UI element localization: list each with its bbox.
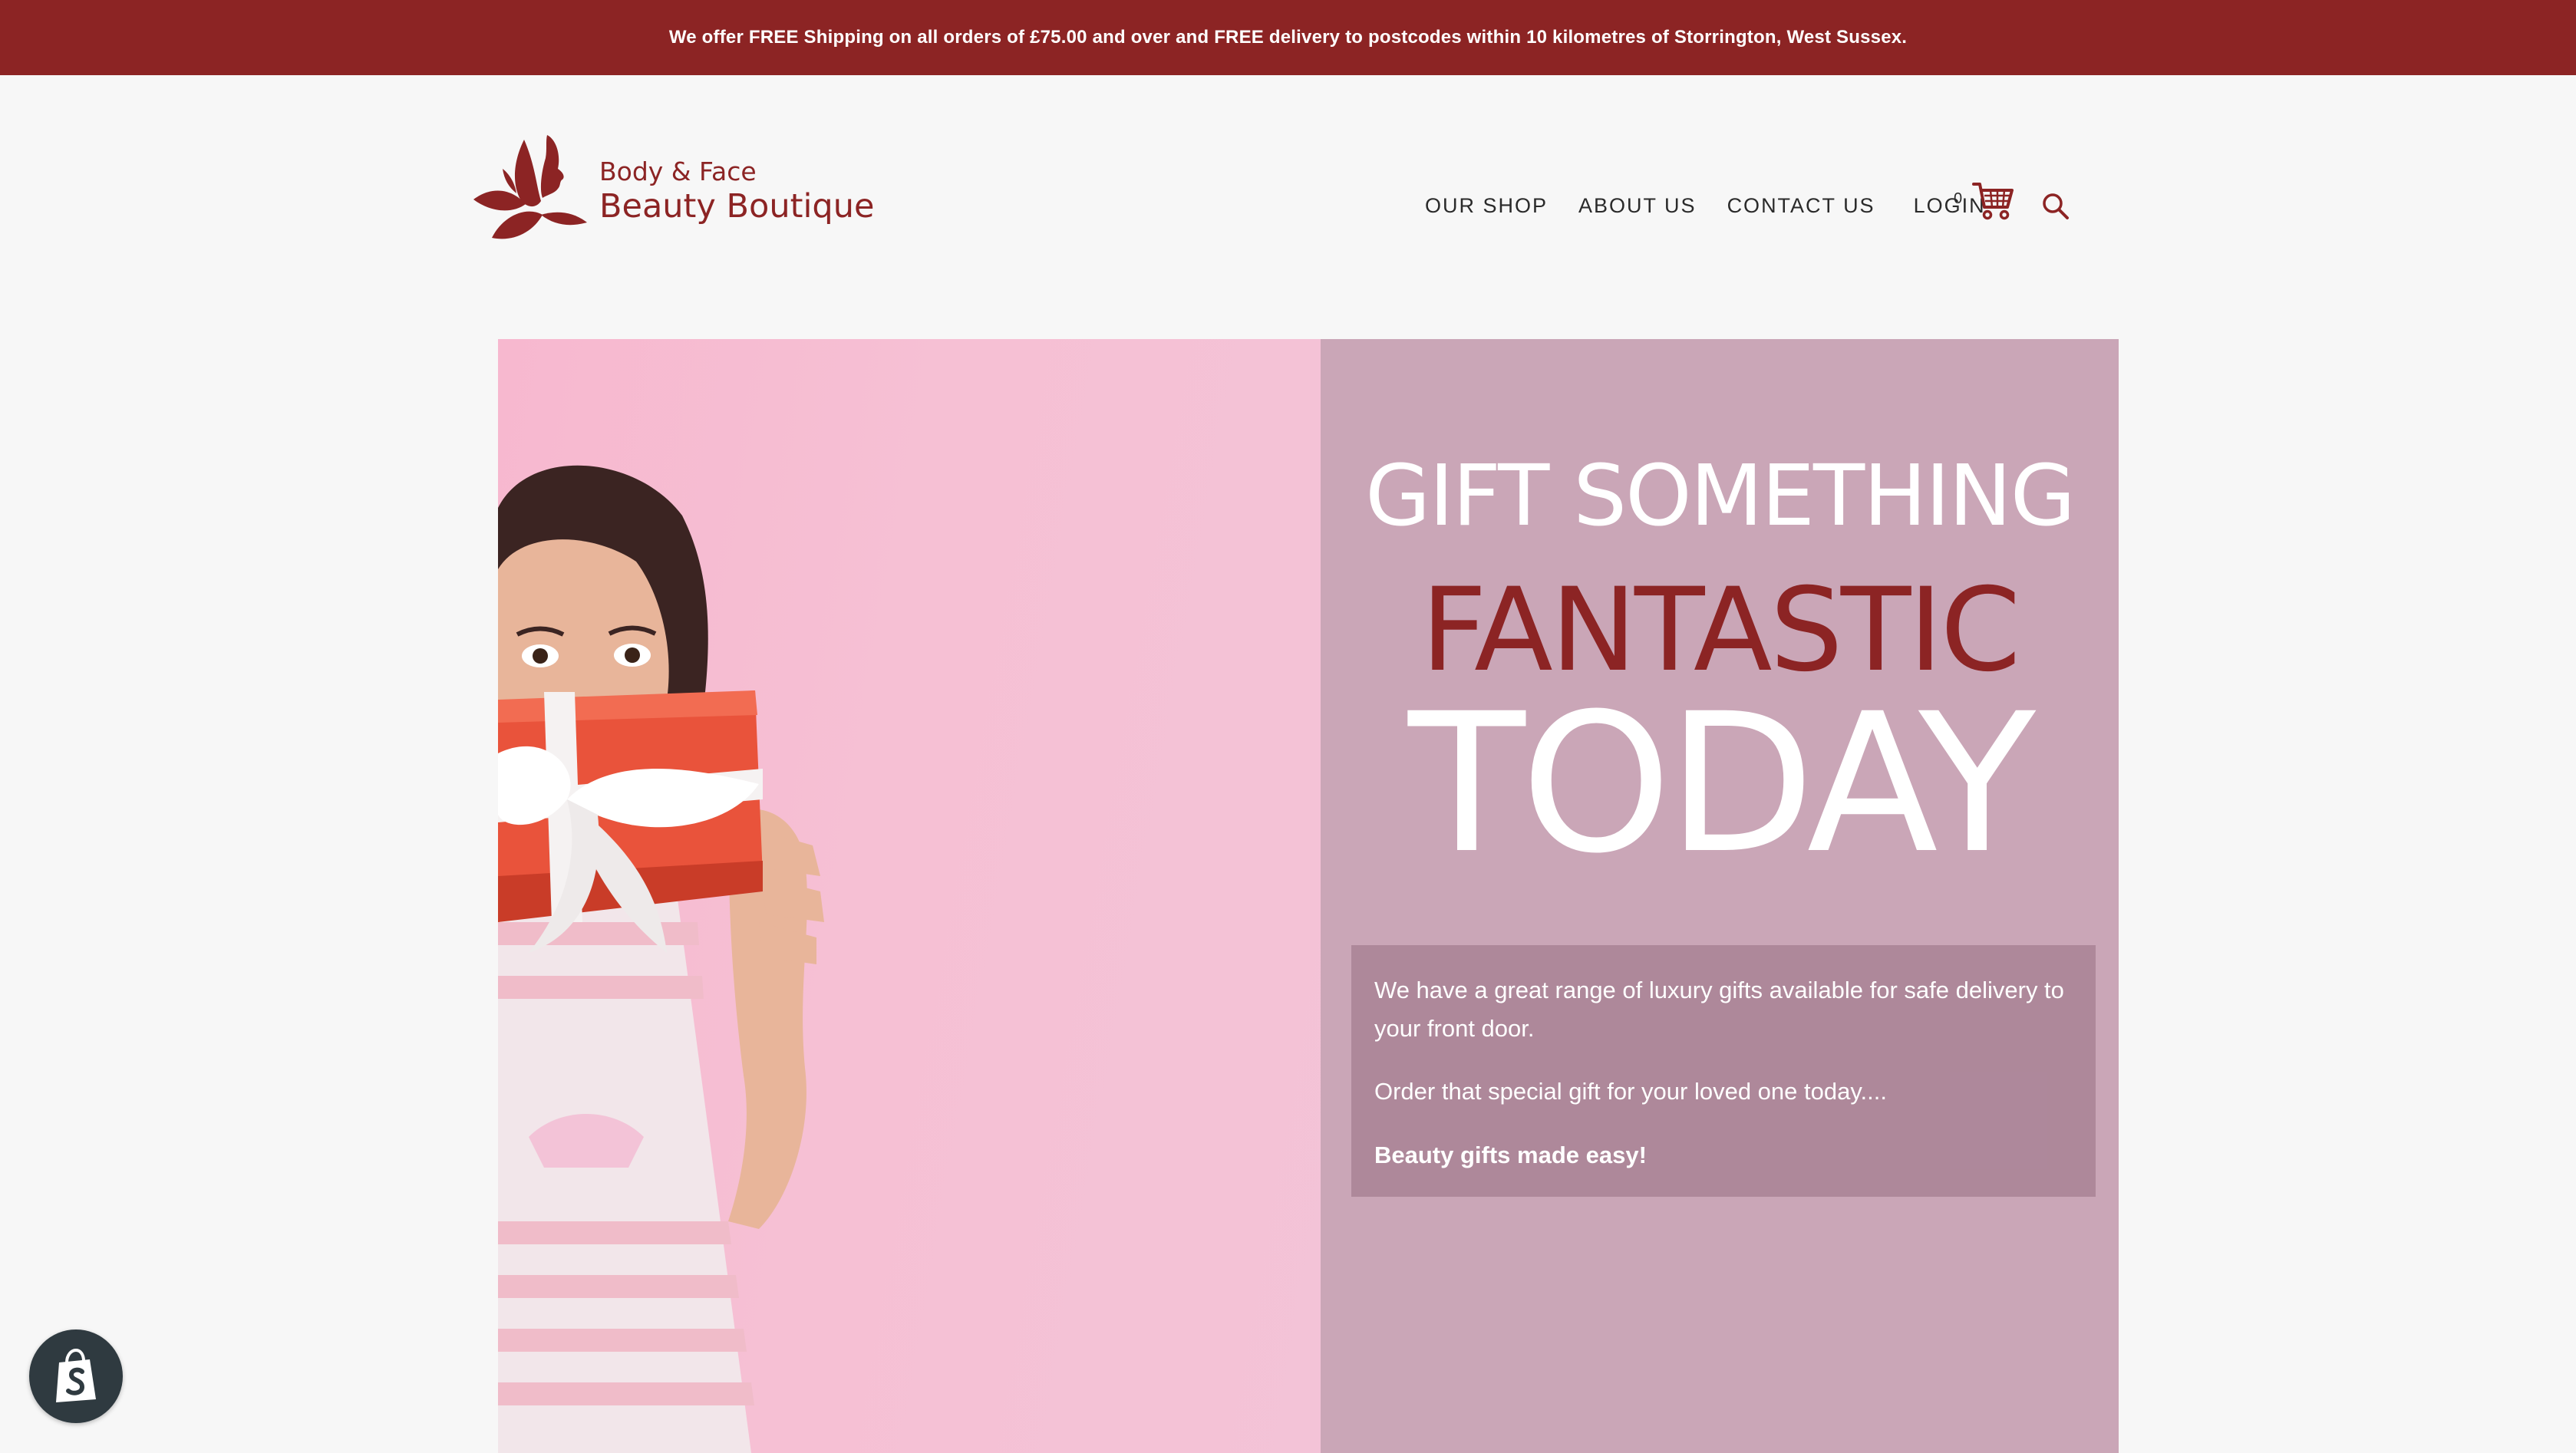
nav-contact-us[interactable]: CONTACT US	[1727, 194, 1875, 218]
hero-headline-3: TODAY	[1408, 672, 2036, 895]
main-nav: OUR SHOP ABOUT US CONTACT US LOGIN	[1425, 194, 2009, 218]
butterfly-face-logo-icon	[473, 135, 587, 239]
hero-paragraph-1: We have a great range of luxury gifts av…	[1374, 977, 2064, 1043]
cart-button[interactable]: 0	[1954, 175, 2015, 229]
nav-about-us[interactable]: ABOUT US	[1578, 194, 1697, 218]
hero-paragraph-3: Beauty gifts made easy!	[1374, 1141, 1647, 1168]
hero-headline-1: GIFT SOMETHING	[1365, 446, 2076, 545]
hero-text-panel: GIFT SOMETHING FANTASTIC TODAY We have a…	[1321, 339, 2119, 1453]
logo-text-line1: Body & Face	[599, 157, 757, 186]
cart-count: 0	[1954, 190, 1963, 207]
hero-image	[498, 339, 1321, 1453]
cart-icon	[1972, 183, 2014, 220]
announcement-bar: We offer FREE Shipping on all orders of …	[0, 0, 2576, 75]
hero-info-box: We have a great range of luxury gifts av…	[1351, 945, 2096, 1197]
shopify-badge[interactable]	[29, 1329, 123, 1423]
hero-paragraph-2: Order that special gift for your loved o…	[1374, 1078, 1887, 1105]
announcement-text: We offer FREE Shipping on all orders of …	[668, 27, 1908, 48]
site-header: Body & Face Beauty Boutique OUR SHOP ABO…	[0, 75, 2576, 336]
logo-text-line2: Beauty Boutique	[599, 187, 875, 226]
search-icon[interactable]	[2041, 192, 2070, 221]
shopify-bag-icon	[56, 1349, 96, 1402]
hero-banner[interactable]: GIFT SOMETHING FANTASTIC TODAY We have a…	[498, 339, 2119, 1453]
woman-with-gift-image	[498, 465, 824, 1453]
nav-our-shop[interactable]: OUR SHOP	[1425, 194, 1548, 218]
site-logo[interactable]: Body & Face Beauty Boutique	[472, 124, 875, 247]
